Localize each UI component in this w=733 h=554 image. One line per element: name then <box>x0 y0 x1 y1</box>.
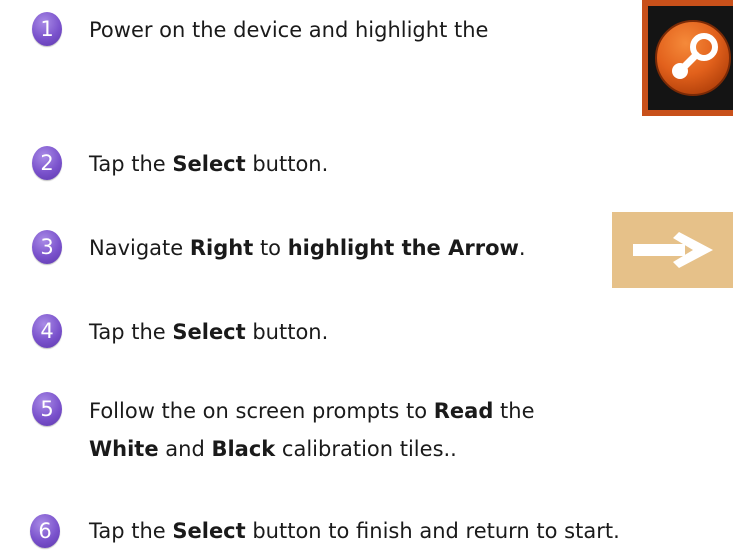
step-text-run: button to finish and return to start. <box>245 519 620 543</box>
step-line: Tap the Select button to finish and retu… <box>89 513 620 550</box>
step-text-run: calibration tiles.. <box>275 437 457 461</box>
step-2-text: Tap the Select button. <box>89 146 328 183</box>
step-line: Power on the device and highlight the <box>89 12 488 49</box>
step-text-run: button. <box>245 152 329 176</box>
step-5-text: Follow the on screen prompts to Read the… <box>89 392 535 468</box>
step-3-text: Navigate Right to highlight the Arrow. <box>89 230 526 267</box>
calibration-app-glyph <box>654 20 731 96</box>
step-text-run: Tap the <box>89 519 173 543</box>
step-text-run: Tap the <box>89 320 173 344</box>
step-4-text: Tap the Select button. <box>89 314 328 351</box>
emphasized-text: Select <box>172 320 246 344</box>
emphasized-text: Select <box>172 152 246 176</box>
calibration-app-icon <box>642 0 733 116</box>
step-line: White and Black calibration tiles.. <box>89 430 535 468</box>
step-line: Tap the Select button. <box>89 146 328 183</box>
step-number-badge: 5 <box>32 392 62 426</box>
step-text-run: Navigate <box>89 236 190 260</box>
step-number-badge: 4 <box>32 314 62 348</box>
step-line: Tap the Select button. <box>89 314 328 351</box>
emphasized-text: Black <box>211 437 276 461</box>
step-text-run: Power on the device and highlight the <box>89 18 489 42</box>
step-text-run: Follow the on screen prompts to <box>89 399 434 423</box>
step-line: Follow the on screen prompts to Read the <box>89 392 535 430</box>
arrow-glyph <box>632 232 713 268</box>
emphasized-text: Read <box>433 399 494 423</box>
step-text-run: button. <box>245 320 329 344</box>
step-6-text: Tap the Select button to finish and retu… <box>89 513 620 550</box>
step-text-run: Tap the <box>89 152 173 176</box>
emphasized-text: Right <box>189 236 254 260</box>
emphasized-text: highlight the Arrow <box>287 236 519 260</box>
step-text-run: . <box>518 236 526 260</box>
step-number-badge: 3 <box>32 230 62 264</box>
step-number-badge: 6 <box>30 514 60 548</box>
step-text-run: the <box>493 399 535 423</box>
step-text-run: to <box>253 236 288 260</box>
step-number-badge: 1 <box>32 12 62 46</box>
right-arrow-icon <box>612 212 733 288</box>
step-number-badge: 2 <box>32 146 62 180</box>
emphasized-text: Select <box>172 519 246 543</box>
step-line: Navigate Right to highlight the Arrow. <box>89 230 526 267</box>
emphasized-text: White <box>89 437 159 461</box>
step-1-text: Power on the device and highlight the <box>89 12 488 49</box>
step-text-run: and <box>158 437 212 461</box>
